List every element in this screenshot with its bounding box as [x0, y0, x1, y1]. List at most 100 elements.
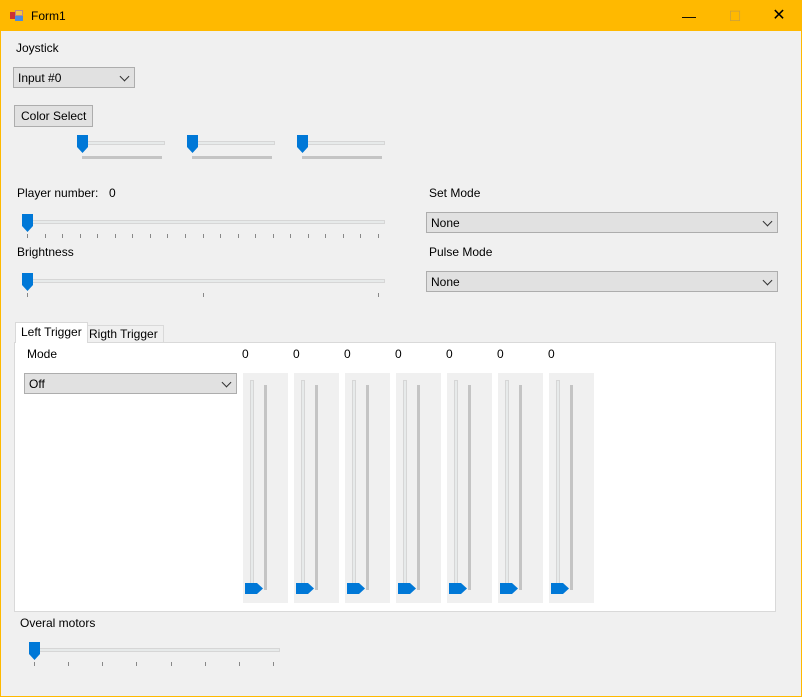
slider-track: [352, 380, 356, 590]
motor-value: 0: [395, 347, 402, 361]
motor-slider[interactable]: [447, 373, 492, 603]
slider-tick: [167, 234, 169, 238]
color-select-label: Color Select: [21, 109, 87, 123]
joystick-select[interactable]: Input #0: [13, 67, 135, 88]
tab-left-trigger[interactable]: Left Trigger: [15, 322, 88, 343]
slider-tick: [272, 234, 274, 238]
motor-slider[interactable]: [243, 373, 288, 603]
window: Form1 — ☐ ✕ Joystick Input #0 Color Sele…: [0, 0, 802, 697]
slider-thumb[interactable]: [77, 135, 88, 153]
motor-slider[interactable]: [396, 373, 441, 603]
slider-thumb[interactable]: [22, 273, 33, 291]
slider-thumb[interactable]: [297, 135, 308, 153]
slider-thumb[interactable]: [296, 583, 314, 597]
slider-tick: [237, 234, 239, 238]
chevron-down-icon: [762, 275, 773, 286]
slider-tick: [102, 662, 104, 666]
slider-tick: [132, 234, 134, 238]
pulse-mode-label: Pulse Mode: [429, 245, 493, 259]
title-bar: Form1 — ☐ ✕: [1, 1, 801, 31]
color-slider-blue[interactable]: [297, 135, 385, 165]
slider-tick: [44, 234, 46, 238]
slider-tick: [238, 662, 240, 666]
overall-motors-label: Overal motors: [20, 616, 96, 630]
tab-label: Left Trigger: [21, 325, 82, 339]
set-mode-select[interactable]: None: [426, 212, 778, 233]
chevron-down-icon: [762, 216, 773, 227]
motor-slider[interactable]: [498, 373, 543, 603]
slider-thumb[interactable]: [22, 214, 33, 232]
motor-slider[interactable]: [294, 373, 339, 603]
slider-tick: [97, 234, 99, 238]
slider-tick: [307, 234, 309, 238]
slider-thumb[interactable]: [500, 583, 518, 597]
slider-thumb[interactable]: [245, 583, 263, 597]
minimize-button[interactable]: —: [666, 1, 712, 31]
slider-thumb[interactable]: [347, 583, 365, 597]
slider-tick: [170, 662, 172, 666]
slider-tick-bar: [315, 385, 318, 590]
slider-track: [22, 220, 385, 224]
trigger-mode-select[interactable]: Off: [24, 373, 237, 394]
player-number-value: 0: [109, 186, 116, 200]
overall-motors-slider[interactable]: [29, 642, 280, 672]
chevron-down-icon: [221, 377, 232, 388]
slider-tick: [79, 234, 81, 238]
tab-label: Rigth Trigger: [89, 327, 158, 341]
color-select-button[interactable]: Color Select: [14, 105, 94, 127]
slider-tick: [342, 234, 344, 238]
slider-track: [77, 141, 165, 145]
slider-tick: [202, 293, 204, 297]
color-slider-red[interactable]: [77, 135, 165, 165]
slider-tick: [27, 293, 28, 297]
color-slider-green[interactable]: [187, 135, 275, 165]
tab-right-trigger[interactable]: Rigth Trigger: [83, 325, 164, 343]
slider-tick: [204, 662, 206, 666]
slider-tick: [114, 234, 116, 238]
slider-track: [454, 380, 458, 590]
chevron-down-icon: [119, 71, 130, 82]
slider-tick: [273, 662, 274, 666]
slider-thumb[interactable]: [398, 583, 416, 597]
maximize-button[interactable]: ☐: [712, 1, 758, 31]
slider-tick: [290, 234, 292, 238]
slider-tick: [378, 293, 379, 297]
joystick-selected: Input #0: [18, 71, 62, 85]
set-mode-label: Set Mode: [429, 186, 481, 200]
slider-tick: [220, 234, 222, 238]
slider-tick-bar: [570, 385, 573, 590]
slider-track: [22, 279, 385, 283]
slider-track: [301, 380, 305, 590]
slider-thumb[interactable]: [551, 583, 569, 597]
motor-value: 0: [293, 347, 300, 361]
close-button[interactable]: ✕: [756, 1, 802, 31]
motor-slider[interactable]: [549, 373, 594, 603]
motor-value: 0: [242, 347, 249, 361]
slider-track: [556, 380, 560, 590]
slider-tick: [27, 234, 28, 238]
slider-thumb[interactable]: [29, 642, 40, 660]
pulse-mode-select[interactable]: None: [426, 271, 778, 292]
app-icon: [10, 10, 23, 21]
motor-slider[interactable]: [345, 373, 390, 603]
slider-tick: [255, 234, 257, 238]
slider-thumb[interactable]: [449, 583, 467, 597]
slider-tick: [136, 662, 138, 666]
slider-tick-bar: [264, 385, 267, 590]
slider-tick: [62, 234, 64, 238]
motor-value: 0: [344, 347, 351, 361]
slider-track: [29, 648, 280, 652]
joystick-label: Joystick: [16, 41, 59, 55]
slider-track: [505, 380, 509, 590]
slider-tick: [202, 234, 204, 238]
slider-tick-bar: [302, 156, 382, 159]
slider-tick: [34, 662, 35, 666]
slider-thumb[interactable]: [187, 135, 198, 153]
slider-tick-bar: [468, 385, 471, 590]
brightness-slider[interactable]: [22, 273, 385, 303]
player-number-slider[interactable]: [22, 214, 385, 244]
mode-label: Mode: [27, 347, 58, 361]
brightness-label: Brightness: [17, 245, 74, 259]
slider-track: [187, 141, 275, 145]
slider-tick: [325, 234, 327, 238]
